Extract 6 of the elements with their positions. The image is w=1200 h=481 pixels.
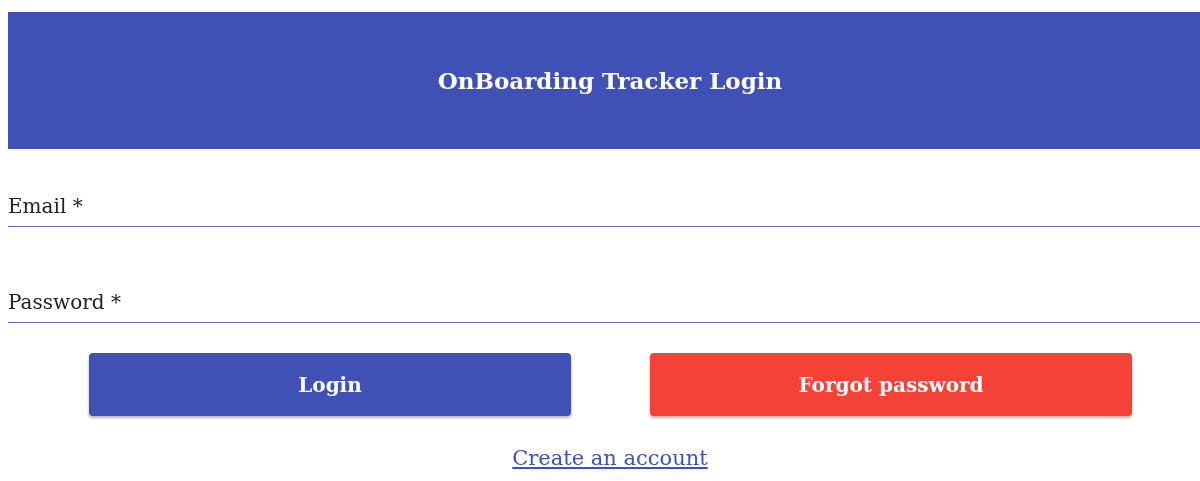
email-field[interactable]: Email * [8,194,1200,227]
page-title: OnBoarding Tracker Login [437,67,783,94]
create-account-link[interactable]: Create an account [512,446,708,470]
password-field[interactable]: Password * [8,290,1200,323]
login-button[interactable]: Login [89,353,571,416]
forgot-password-button[interactable]: Forgot password [650,353,1132,416]
